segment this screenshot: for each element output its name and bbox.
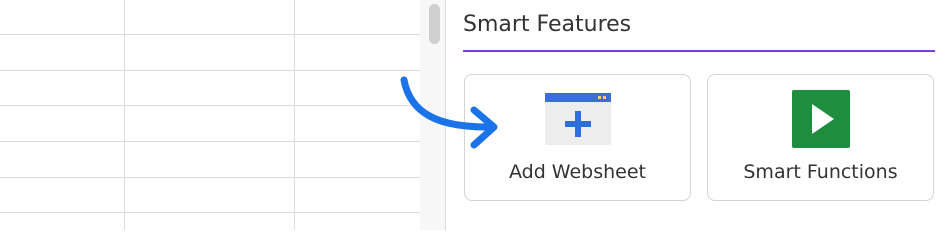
spreadsheet-grid[interactable] — [0, 0, 420, 230]
grid-column-line — [124, 0, 125, 230]
pointer-arrow-icon — [400, 76, 498, 149]
grid-row-line — [0, 212, 420, 213]
add-websheet-label: Add Websheet — [508, 161, 647, 183]
scrollbar-thumb[interactable] — [429, 4, 440, 44]
grid-row-line — [0, 70, 420, 71]
smart-functions-button[interactable]: Smart Functions — [707, 74, 934, 201]
grid-row-line — [0, 141, 420, 142]
panel-title: Smart Features — [463, 12, 632, 37]
grid-row-line — [0, 105, 420, 106]
play-icon — [792, 90, 850, 148]
grid-column-line — [294, 0, 295, 230]
panel-title-underline — [463, 50, 935, 52]
smart-functions-label: Smart Functions — [743, 161, 898, 183]
grid-row-line — [0, 34, 420, 35]
smart-features-panel: Smart Features Add Websheet Smart Functi… — [446, 0, 952, 230]
add-websheet-icon — [545, 93, 611, 145]
grid-row-line — [0, 177, 420, 178]
